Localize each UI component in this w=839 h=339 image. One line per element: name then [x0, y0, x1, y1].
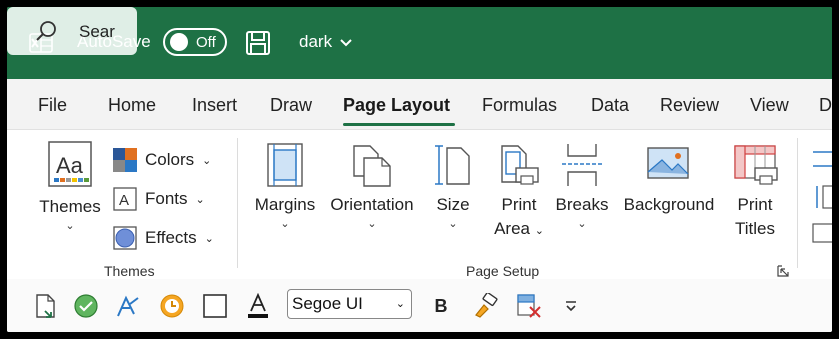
group-divider — [237, 138, 238, 268]
font-name-value: Segoe UI — [292, 294, 363, 313]
tab-home[interactable]: Home — [108, 95, 156, 116]
print-area-label-1: Print — [501, 195, 537, 214]
ribbon-tabs: File Home Insert Draw Page Layout Formul… — [7, 79, 832, 129]
fonts-label: Fonts — [145, 189, 188, 208]
chevron-down-icon: ⌄ — [280, 218, 290, 230]
effects-button[interactable]: Effects ⌄ — [113, 226, 214, 250]
chevron-down-icon: ⌄ — [204, 232, 214, 245]
print-area-label-2: Area ⌄ — [494, 219, 544, 238]
print-titles-label-2: Titles — [735, 219, 775, 238]
chevron-down-icon: ⌄ — [65, 220, 75, 232]
print-titles-button[interactable]: Print Titles — [727, 142, 783, 241]
group-divider — [797, 138, 798, 268]
title-bar: AutoSave Off dark Sear — [7, 7, 832, 79]
margins-label: Margins — [254, 195, 316, 214]
margins-icon — [251, 142, 319, 193]
orientation-icon — [325, 142, 419, 193]
search-icon — [35, 20, 57, 47]
toggle-knob — [170, 33, 188, 51]
size-label: Size — [436, 195, 470, 214]
tab-page-layout[interactable]: Page Layout — [343, 95, 450, 116]
print-titles-label-1: Print — [737, 195, 773, 214]
colors-button[interactable]: Colors ⌄ — [113, 148, 211, 172]
format-painter-icon[interactable] — [472, 293, 498, 319]
bold-button[interactable]: B — [428, 293, 454, 319]
delete-sheet-rows-icon[interactable] — [516, 293, 542, 319]
breaks-button[interactable]: Breaks ⌄ — [554, 142, 610, 231]
file-name: dark — [299, 32, 333, 51]
margins-button[interactable]: Margins ⌄ — [251, 142, 319, 231]
print-area-icon — [489, 142, 549, 193]
page-setup-group-label: Page Setup — [466, 263, 540, 279]
tab-draw[interactable]: Draw — [270, 95, 312, 116]
colors-label: Colors — [145, 150, 195, 169]
tab-file[interactable]: File — [38, 95, 67, 116]
quick-access-toolbar: Segoe UI ⌄ B — [7, 279, 832, 332]
file-name-dropdown[interactable]: dark — [299, 32, 352, 52]
chevron-down-icon: ⌄ — [195, 193, 205, 206]
chevron-down-icon: ⌄ — [448, 218, 458, 230]
scale-to-fit-icon[interactable] — [809, 146, 832, 251]
chevron-down-icon: ⌄ — [202, 154, 212, 167]
tab-formulas[interactable]: Formulas — [482, 95, 557, 116]
chevron-down-icon — [340, 39, 352, 47]
tab-data[interactable]: Data — [591, 95, 629, 116]
size-button[interactable]: Size ⌄ — [429, 142, 477, 231]
background-image-icon — [619, 142, 719, 193]
effects-icon — [113, 226, 137, 250]
print-titles-icon — [727, 142, 783, 193]
colors-icon — [113, 148, 137, 172]
effects-label: Effects — [145, 228, 197, 247]
themes-button[interactable]: Aa Themes ⌄ — [34, 140, 106, 233]
clock-icon[interactable] — [159, 293, 185, 319]
font-name-select[interactable]: Segoe UI ⌄ — [287, 289, 412, 319]
border-box-icon[interactable] — [202, 293, 228, 319]
save-icon[interactable] — [245, 30, 271, 56]
font-color-icon[interactable] — [245, 293, 271, 319]
print-area-button[interactable]: Print Area ⌄ — [489, 142, 549, 243]
themes-group-label: Themes — [104, 263, 155, 279]
chevron-down-icon: ⌄ — [577, 218, 587, 230]
fonts-button[interactable]: A Fonts ⌄ — [113, 187, 205, 211]
tab-developer[interactable]: D — [819, 95, 832, 116]
autosave-state: Off — [196, 34, 216, 51]
chevron-down-icon: ⌄ — [367, 218, 377, 230]
themes-label: Themes — [39, 197, 101, 216]
print-area-text: Area — [494, 219, 530, 238]
tab-review[interactable]: Review — [660, 95, 719, 116]
checkmark-icon[interactable] — [73, 293, 99, 319]
search-placeholder: Sear — [79, 22, 115, 41]
ribbon-panel: Aa Themes ⌄ Colors ⌄ A Fonts ⌄ Effects ⌄… — [7, 129, 832, 281]
page-size-icon — [429, 142, 477, 193]
pen-draw-icon[interactable] — [115, 293, 141, 319]
background-button[interactable]: Background — [619, 142, 719, 217]
chevron-down-icon: ⌄ — [395, 298, 405, 310]
svg-text:A: A — [119, 192, 129, 209]
new-file-icon[interactable] — [33, 293, 59, 319]
tab-insert[interactable]: Insert — [192, 95, 237, 116]
themes-icon: Aa — [34, 140, 106, 195]
background-label: Background — [623, 195, 715, 214]
tab-view[interactable]: View — [750, 95, 789, 116]
autosave-toggle[interactable]: Off — [163, 28, 227, 56]
page-breaks-icon — [554, 142, 610, 193]
fonts-icon: A — [113, 187, 137, 211]
breaks-label: Breaks — [555, 195, 609, 214]
customize-toolbar-icon[interactable] — [558, 293, 584, 319]
orientation-label: Orientation — [330, 195, 414, 214]
svg-text:Aa: Aa — [56, 153, 84, 178]
orientation-button[interactable]: Orientation ⌄ — [325, 142, 419, 231]
excel-window: AutoSave Off dark Sear File Home Insert — [7, 7, 832, 332]
active-tab-indicator — [343, 123, 455, 126]
